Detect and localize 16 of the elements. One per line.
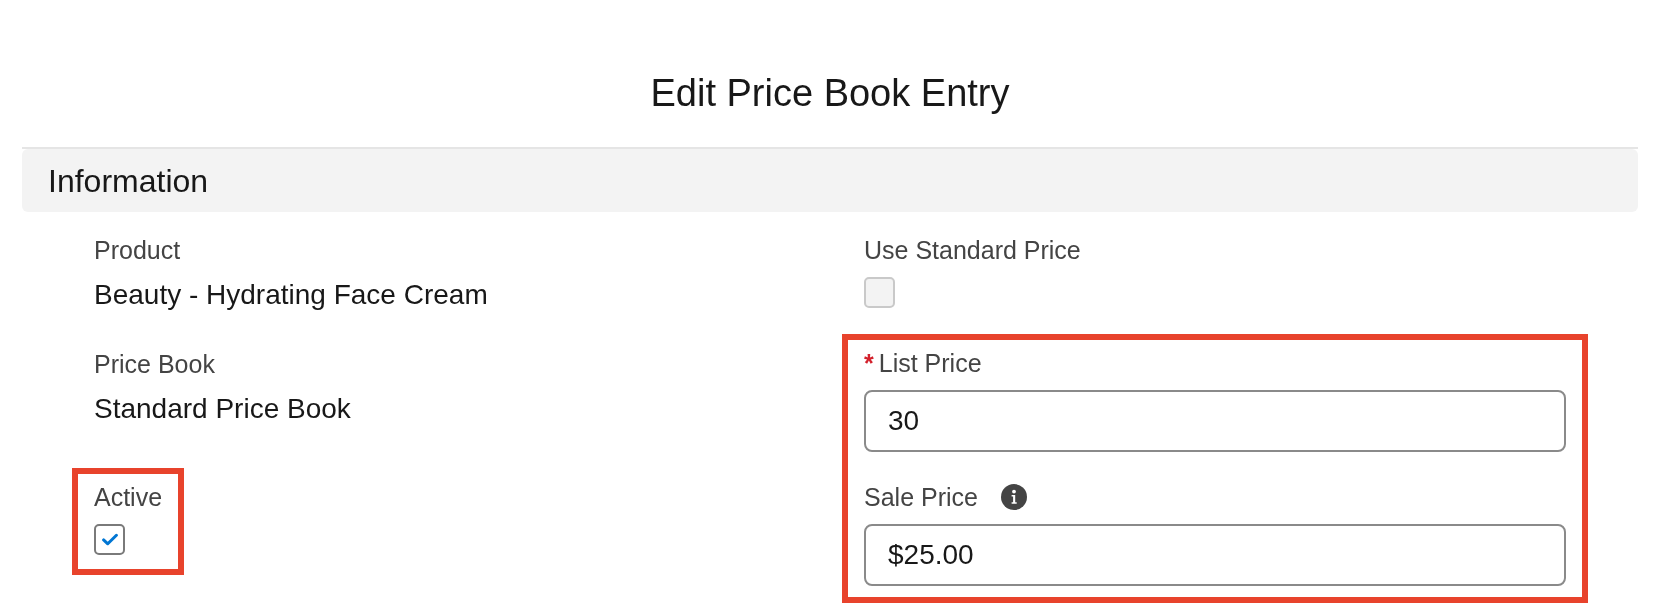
- text-input[interactable]: $25.00: [864, 524, 1566, 586]
- section-title: Information: [48, 161, 209, 200]
- field-label: Active: [94, 482, 163, 512]
- field-label: Use Standard Price: [864, 235, 1081, 265]
- required-asterisk: *: [864, 348, 874, 378]
- text-input[interactable]: 30: [864, 390, 1566, 452]
- field-label: Product: [94, 235, 181, 265]
- field-label: Price Book: [94, 349, 215, 379]
- checkbox[interactable]: [94, 524, 125, 555]
- modal-title: Edit Price Book Entry: [650, 71, 1010, 116]
- field-label: List Price: [878, 348, 982, 378]
- info-icon[interactable]: [1000, 484, 1027, 510]
- field-value: Standard Price Book: [94, 392, 351, 426]
- check-icon: [101, 533, 118, 546]
- field-label: Sale Price: [864, 482, 978, 512]
- field-value: Beauty - Hydrating Face Cream: [94, 278, 488, 312]
